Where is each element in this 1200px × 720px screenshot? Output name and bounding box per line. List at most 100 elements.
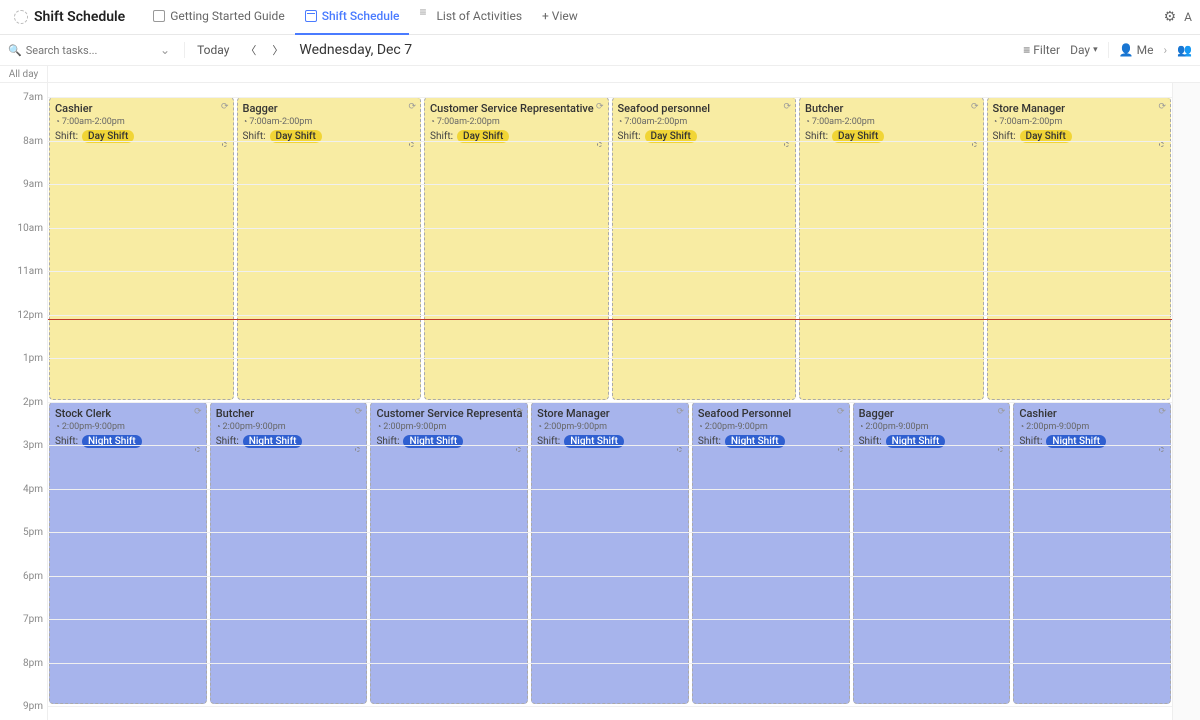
shift-event[interactable]: Seafood Personnel2:00pm-9:00pmShift:Nigh… (692, 402, 850, 705)
event-title: Bagger (859, 407, 1005, 420)
shift-event[interactable]: Bagger7:00am-2:00pmShift:Day Shift⟳ (237, 97, 422, 400)
chevron-right-icon[interactable]: › (1163, 43, 1167, 57)
event-title: Butcher (216, 407, 362, 420)
shift-event[interactable]: Seafood personnel7:00am-2:00pmShift:Day … (612, 97, 797, 400)
event-time: 2:00pm-9:00pm (859, 422, 1005, 432)
event-title: Seafood personnel (618, 102, 791, 115)
shift-event[interactable]: Store Manager7:00am-2:00pmShift:Day Shif… (987, 97, 1172, 400)
hour-gridline (48, 141, 1172, 142)
allday-label: All day (0, 66, 48, 82)
tab-shift-schedule[interactable]: Shift Schedule (295, 0, 410, 35)
event-title: Cashier (1019, 407, 1165, 420)
calendar-grid[interactable]: Cashier7:00am-2:00pmShift:Day Shift⟳Bagg… (48, 83, 1172, 720)
search-input-wrapper[interactable]: 🔍 (8, 44, 146, 57)
refresh-icon[interactable]: ⟳ (971, 102, 979, 112)
refresh-icon[interactable]: ⟳ (998, 407, 1006, 417)
event-time: 2:00pm-9:00pm (537, 422, 683, 432)
event-handle-icon[interactable] (677, 447, 682, 452)
shift-event[interactable]: Store Manager2:00pm-9:00pmShift:Night Sh… (531, 402, 689, 705)
time-label: 1pm (23, 353, 43, 364)
breadcrumb[interactable]: Shift Schedule (8, 5, 131, 29)
event-time: 7:00am-2:00pm (243, 117, 416, 127)
event-handle-icon[interactable] (998, 447, 1003, 452)
tab-list-activities[interactable]: List of Activities (409, 0, 532, 35)
shift-event[interactable]: Cashier7:00am-2:00pmShift:Day Shift⟳ (49, 97, 234, 400)
refresh-icon[interactable]: ⟳ (596, 102, 604, 112)
event-time: 7:00am-2:00pm (618, 117, 791, 127)
shift-event[interactable]: Bagger2:00pm-9:00pmShift:Night Shift⟳ (853, 402, 1011, 705)
separator (1108, 42, 1109, 58)
tab-label: Getting Started Guide (170, 9, 284, 23)
filter-button[interactable]: ≡ Filter (1023, 43, 1060, 57)
event-time: 7:00am-2:00pm (430, 117, 603, 127)
people-icon[interactable]: 👥 (1177, 43, 1192, 57)
refresh-icon[interactable]: ⟳ (355, 407, 363, 417)
time-label: 7am (23, 92, 43, 103)
view-mode-dropdown[interactable]: Day ▾ (1070, 43, 1098, 57)
event-handle-icon[interactable] (516, 447, 521, 452)
refresh-icon[interactable]: ⟳ (783, 102, 791, 112)
shift-event[interactable]: Butcher2:00pm-9:00pmShift:Night Shift⟳ (210, 402, 368, 705)
time-label: 6pm (23, 571, 43, 582)
tab-getting-started[interactable]: Getting Started Guide (143, 0, 294, 35)
event-handle-icon[interactable] (409, 142, 414, 147)
event-handle-icon[interactable] (195, 447, 200, 452)
hour-gridline (48, 97, 1172, 98)
tab-label: Shift Schedule (322, 9, 400, 23)
event-handle-icon[interactable] (784, 142, 789, 147)
hour-gridline (48, 663, 1172, 664)
event-time: 7:00am-2:00pm (55, 117, 228, 127)
search-input[interactable] (26, 44, 126, 57)
me-filter[interactable]: 👤 Me (1119, 43, 1154, 57)
event-time: 2:00pm-9:00pm (55, 422, 201, 432)
shift-event[interactable]: Butcher7:00am-2:00pmShift:Day Shift⟳ (799, 97, 984, 400)
shift-event[interactable]: Customer Service Representative2:00pm-9:… (370, 402, 528, 705)
event-time: 7:00am-2:00pm (805, 117, 978, 127)
shift-event[interactable]: Customer Service Representative7:00am-2:… (424, 97, 609, 400)
refresh-icon[interactable]: ⟳ (676, 407, 684, 417)
prev-day-button[interactable]: 〈 (241, 42, 260, 58)
doc-icon (153, 10, 165, 22)
add-view-button[interactable]: + View (532, 0, 588, 35)
time-label: 4pm (23, 484, 43, 495)
hour-gridline (48, 228, 1172, 229)
hour-gridline (48, 706, 1172, 707)
scroll-gutter (1172, 83, 1200, 720)
next-day-button[interactable]: 〉 (268, 42, 287, 58)
refresh-icon[interactable]: ⟳ (1158, 102, 1166, 112)
refresh-icon[interactable]: ⟳ (516, 407, 524, 417)
time-label: 9pm (23, 701, 43, 712)
search-dropdown[interactable]: ⌄ (154, 43, 176, 57)
event-handle-icon[interactable] (222, 142, 227, 147)
event-title: Stock Clerk (55, 407, 201, 420)
gear-icon[interactable]: ⚙ (1164, 9, 1177, 25)
event-title: Customer Service Representative (376, 407, 522, 420)
automations-label[interactable]: A (1184, 10, 1192, 24)
event-handle-icon[interactable] (597, 142, 602, 147)
shift-event[interactable]: Cashier2:00pm-9:00pmShift:Night Shift⟳ (1013, 402, 1171, 705)
event-handle-icon[interactable] (1159, 142, 1164, 147)
time-label: 11am (18, 266, 43, 277)
hour-gridline (48, 489, 1172, 490)
refresh-icon[interactable]: ⟳ (194, 407, 202, 417)
event-handle-icon[interactable] (1159, 447, 1164, 452)
view-tabs: Getting Started Guide Shift Schedule Lis… (143, 0, 588, 35)
event-handle-icon[interactable] (838, 447, 843, 452)
refresh-icon[interactable]: ⟳ (837, 407, 845, 417)
hour-gridline (48, 576, 1172, 577)
refresh-icon[interactable]: ⟳ (221, 102, 229, 112)
time-column: 7am8am9am10am11am12pm1pm2pm3pm4pm5pm6pm7… (0, 83, 48, 720)
event-handle-icon[interactable] (972, 142, 977, 147)
event-time: 7:00am-2:00pm (993, 117, 1166, 127)
refresh-icon[interactable]: ⟳ (1158, 407, 1166, 417)
refresh-icon[interactable]: ⟳ (408, 102, 416, 112)
event-time: 2:00pm-9:00pm (698, 422, 844, 432)
search-icon: 🔍 (8, 44, 22, 57)
event-title: Store Manager (537, 407, 683, 420)
list-icon (419, 10, 431, 22)
shift-event[interactable]: Stock Clerk2:00pm-9:00pmShift:Night Shif… (49, 402, 207, 705)
today-button[interactable]: Today (193, 43, 233, 57)
time-label: 7pm (23, 614, 43, 625)
current-time-indicator (48, 319, 1172, 320)
view-mode-label: Day (1070, 43, 1090, 57)
